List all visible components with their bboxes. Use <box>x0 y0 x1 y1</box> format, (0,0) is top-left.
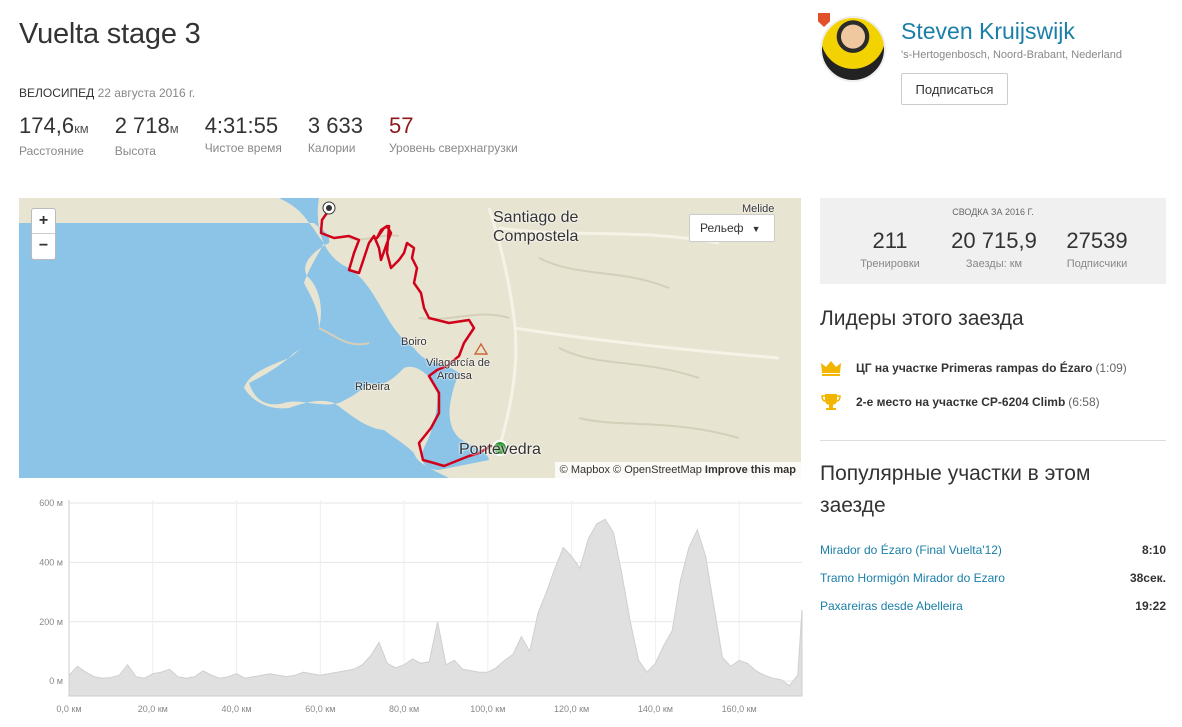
route-map[interactable]: Santiago de Compostela Melide Boiro Vila… <box>19 198 801 478</box>
map-label-boiro: Boiro <box>401 336 427 348</box>
summary-followers: 27539 Подписчики <box>1052 228 1142 270</box>
x-tick-label: 40,0 км <box>221 704 251 714</box>
segment-name[interactable]: Mirador do Ézaro (Final Vuelta'12) <box>820 543 1002 557</box>
segment-row[interactable]: Tramo Hormigón Mirador do Ezaro 38сек. <box>820 571 1166 585</box>
stat-suffer-score[interactable]: 57 Уровень сверхнагрузки <box>389 112 518 158</box>
zoom-out-button[interactable]: − <box>32 234 55 259</box>
popular-title-line: заезде <box>820 494 886 517</box>
stat-value: 3 633 <box>307 113 363 138</box>
activity-meta: ВЕЛОСИПЕД 22 августа 2016 г. <box>19 86 195 100</box>
map-label-ribeira: Ribeira <box>355 381 390 393</box>
summary-label: Заезды: км <box>965 258 1023 270</box>
leader-time: (1:09) <box>1095 361 1127 375</box>
athlete-name[interactable]: Steven Kruijswijk <box>901 18 1075 45</box>
map-label-vilagarcia: Vilagarcía de <box>426 357 491 369</box>
elevation-area <box>68 518 803 697</box>
x-tick-label: 100,0 км <box>470 704 505 714</box>
map-layer-label: Рельеф <box>700 221 744 235</box>
stat-label: Чистое время <box>204 141 282 155</box>
activity-stats: 174,6км Расстояние 2 718м Высота 4:31:55… <box>19 112 544 158</box>
map-label-arousa: Arousa <box>437 370 472 382</box>
summary-label: Подписчики <box>1066 258 1128 270</box>
segment-row[interactable]: Mirador do Ézaro (Final Vuelta'12) 8:10 <box>820 543 1166 557</box>
y-tick-label: 0 м <box>49 676 63 686</box>
zoom-in-button[interactable]: + <box>32 209 55 234</box>
leader-item[interactable]: 2-е место на участке CP-6204 Climb (6:58… <box>820 393 1100 411</box>
stat-distance: 174,6км Расстояние <box>19 112 89 158</box>
y-tick-label: 600 м <box>39 498 63 508</box>
stat-value: 2 718 <box>114 113 170 138</box>
x-tick-label: 60,0 км <box>305 704 335 714</box>
finish-flag-icon-dot <box>326 205 332 211</box>
x-tick-label: 140,0 км <box>638 704 673 714</box>
y-tick-label: 400 м <box>39 557 63 567</box>
summary-value: 27539 <box>1066 228 1128 253</box>
y-tick-label: 200 м <box>39 617 63 627</box>
stat-calories: 3 633 Калории <box>308 112 363 158</box>
stat-label: Уровень сверхнагрузки <box>388 141 518 155</box>
activity-title: Vuelta stage 3 <box>19 18 201 50</box>
stat-unit: км <box>74 121 89 136</box>
stat-label: Высота <box>114 144 156 158</box>
athlete-location: 's-Hertogenbosch, Noord-Brabant, Nederla… <box>901 49 1122 61</box>
stat-value: 4:31:55 <box>204 113 279 138</box>
year-summary: СВОДКА ЗА 2016 Г. 211 Тренировки 20 715,… <box>820 198 1166 284</box>
leaders-title: Лидеры этого заезда <box>820 307 1024 330</box>
segment-time: 19:22 <box>1135 599 1166 613</box>
attribution-osm-link[interactable]: © OpenStreetMap <box>613 464 702 476</box>
divider <box>820 440 1166 441</box>
x-tick-label: 0,0 км <box>56 704 81 714</box>
map-label-pontevedra: Pontevedra <box>459 441 541 458</box>
x-tick-label: 120,0 км <box>554 704 589 714</box>
segment-row[interactable]: Paxareiras desde Abelleira 19:22 <box>820 599 1166 613</box>
map-zoom-control: + − <box>31 208 56 260</box>
stat-moving-time: 4:31:55 Чистое время <box>205 112 282 158</box>
segment-time: 8:10 <box>1141 543 1166 557</box>
improve-map-link[interactable]: Improve this map <box>705 464 796 476</box>
trophy-icon <box>821 394 841 410</box>
avatar[interactable] <box>820 16 886 82</box>
x-tick-label: 80,0 км <box>389 704 419 714</box>
popular-title-line: Популярные участки в этом <box>820 462 1091 485</box>
stat-label: Расстояние <box>19 144 84 158</box>
activity-date: 22 августа 2016 г. <box>97 86 196 100</box>
summary-caption: СВОДКА ЗА 2016 Г. <box>952 207 1034 217</box>
segment-name[interactable]: Tramo Hormigón Mirador do Ezaro <box>820 571 1005 585</box>
leader-text: ЦГ на участке Primeras rampas do Ézaro <box>856 361 1093 375</box>
stat-value: 174,6 <box>19 113 75 138</box>
premium-badge-icon <box>818 13 830 27</box>
x-tick-label: 160,0 км <box>722 704 757 714</box>
x-tick-label: 20,0 км <box>138 704 168 714</box>
leader-item[interactable]: ЦГ на участке Primeras rampas do Ézaro (… <box>820 359 1127 377</box>
elevation-chart[interactable]: 0 м 200 м 400 м 600 м 0,0 км 20,0 км 40,0 км 60… <box>19 494 805 719</box>
attribution-mapbox-link[interactable]: © Mapbox <box>560 464 610 476</box>
activity-type: ВЕЛОСИПЕД <box>19 86 95 100</box>
map-label-compostela: Compostela <box>493 228 579 245</box>
popular-segments-title: Популярные участки в этом заезде <box>820 458 1090 522</box>
map-attribution: © Mapbox © OpenStreetMap Improve this ma… <box>554 462 801 478</box>
chevron-down-icon: ▼ <box>751 224 761 234</box>
stat-value: 57 <box>388 113 414 138</box>
map-label-santiago: Santiago de <box>493 209 579 226</box>
summary-value: 20 715,9 <box>951 228 1037 253</box>
leader-text: 2-е место на участке CP-6204 Climb <box>856 395 1066 409</box>
follow-button[interactable]: Подписаться <box>901 73 1008 105</box>
peak-icon <box>473 342 489 355</box>
stat-unit: м <box>169 121 179 136</box>
crown-icon <box>821 361 841 376</box>
summary-distance: 20 715,9 Заезды: км <box>930 228 1058 270</box>
stat-elevation: 2 718м Высота <box>115 112 179 158</box>
segment-time: 38сек. <box>1129 571 1166 585</box>
map-layer-select[interactable]: Рельеф ▼ <box>689 214 775 242</box>
stat-label: Калории <box>307 141 356 155</box>
segment-name[interactable]: Paxareiras desde Abelleira <box>820 599 963 613</box>
leader-time: (6:58) <box>1068 395 1100 409</box>
